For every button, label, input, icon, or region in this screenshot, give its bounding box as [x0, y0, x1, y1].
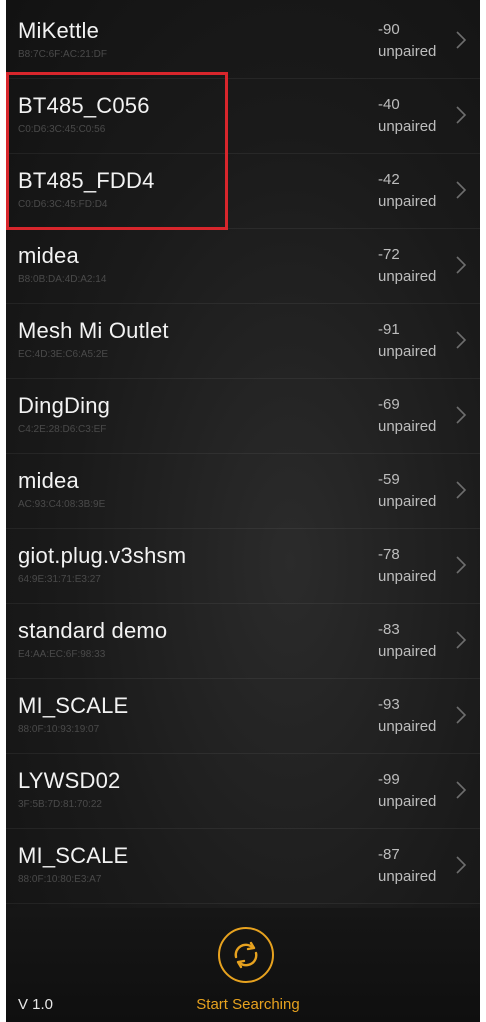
device-rssi: -59: [378, 471, 400, 488]
device-mac: E4:AA:EC:6F:98:33: [18, 649, 106, 660]
device-name: giot.plug.v3shsm: [18, 543, 187, 568]
device-row[interactable]: MI_SCALE 88:0F:10:93:19:07 -93 unpaired: [6, 679, 480, 754]
device-status: unpaired: [378, 718, 437, 735]
device-status: unpaired: [378, 868, 437, 885]
device-rssi: -78: [378, 546, 400, 563]
device-status: unpaired: [378, 418, 437, 435]
device-mac: C0:D6:3C:45:FD:D4: [18, 199, 108, 210]
chevron-right-icon: [456, 781, 467, 799]
device-status: unpaired: [378, 793, 437, 810]
device-rssi: -69: [378, 396, 400, 413]
device-row[interactable]: standard demo E4:AA:EC:6F:98:33 -83 unpa…: [6, 604, 480, 679]
device-mac: 88:0F:10:80:E3:A7: [18, 874, 102, 885]
chevron-right-icon: [456, 106, 467, 124]
device-rssi: -83: [378, 621, 400, 638]
device-status: unpaired: [378, 568, 437, 585]
device-rssi: -72: [378, 246, 400, 263]
device-mac: 64:9E:31:71:E3:27: [18, 574, 101, 585]
start-searching-button[interactable]: Start Searching: [186, 996, 310, 1013]
device-status: unpaired: [378, 493, 437, 510]
bottom-bar: V 1.0 Start Searching: [6, 908, 480, 1022]
device-mac: B8:0B:DA:4D:A2:14: [18, 274, 107, 285]
device-mac: C0:D6:3C:45:C0:56: [18, 124, 106, 135]
chevron-right-icon: [456, 331, 467, 349]
device-mac: 88:0F:10:93:19:07: [18, 724, 100, 735]
device-status: unpaired: [378, 193, 437, 210]
device-row[interactable]: MiKettle B8:7C:6F:AC:21:DF -90 unpaired: [6, 4, 480, 79]
chevron-right-icon: [456, 406, 467, 424]
device-name: BT485_FDD4: [18, 168, 155, 193]
device-rssi: -99: [378, 771, 400, 788]
device-name: MiKettle: [18, 18, 100, 43]
chevron-right-icon: [456, 856, 467, 874]
refresh-icon[interactable]: [217, 926, 275, 984]
device-name: DingDing: [18, 393, 111, 418]
device-row[interactable]: MI_SCALE 88:0F:10:80:E3:A7 -87 unpaired: [6, 829, 480, 904]
chevron-right-icon: [456, 631, 467, 649]
device-name: MI_SCALE: [18, 843, 129, 868]
chevron-right-icon: [456, 706, 467, 724]
device-rssi: -90: [378, 21, 400, 38]
device-mac: EC:4D:3E:C6:A5:2E: [18, 349, 109, 360]
device-rssi: -42: [378, 171, 400, 188]
chevron-right-icon: [456, 181, 467, 199]
chevron-right-icon: [456, 256, 467, 274]
device-status: unpaired: [378, 118, 437, 135]
device-row[interactable]: midea B8:0B:DA:4D:A2:14 -72 unpaired: [6, 229, 480, 304]
device-row[interactable]: BT485_C056 C0:D6:3C:45:C0:56 -40 unpaire…: [6, 79, 480, 154]
version-label: V 1.0: [18, 996, 54, 1013]
device-name: BT485_C056: [18, 93, 150, 118]
device-name: Mesh Mi Outlet: [18, 318, 169, 343]
device-rssi: -87: [378, 846, 400, 863]
device-status: unpaired: [378, 343, 437, 360]
device-row[interactable]: DingDing C4:2E:28:D6:C3:EF -69 unpaired: [6, 379, 480, 454]
device-scan-screen: MiKettle B8:7C:6F:AC:21:DF -90 unpaired …: [6, 0, 480, 1022]
chevron-right-icon: [456, 556, 467, 574]
device-row[interactable]: BT485_FDD4 C0:D6:3C:45:FD:D4 -42 unpaire…: [6, 154, 480, 229]
device-row[interactable]: midea AC:93:C4:08:3B:9E -59 unpaired: [6, 454, 480, 529]
device-mac: AC:93:C4:08:3B:9E: [18, 499, 106, 510]
device-row[interactable]: giot.plug.v3shsm 64:9E:31:71:E3:27 -78 u…: [6, 529, 480, 604]
chevron-right-icon: [456, 31, 467, 49]
device-rssi: -93: [378, 696, 400, 713]
device-name: midea: [18, 243, 79, 268]
chevron-right-icon: [456, 481, 467, 499]
device-list: MiKettle B8:7C:6F:AC:21:DF -90 unpaired …: [6, 4, 480, 904]
device-rssi: -91: [378, 321, 400, 338]
device-status: unpaired: [378, 268, 437, 285]
device-name: midea: [18, 468, 79, 493]
device-status: unpaired: [378, 43, 437, 60]
device-name: standard demo: [18, 618, 168, 643]
device-name: LYWSD02: [18, 768, 121, 793]
device-name: MI_SCALE: [18, 693, 129, 718]
device-mac: 3F:5B:7D:81:70:22: [18, 799, 102, 810]
device-mac: B8:7C:6F:AC:21:DF: [18, 49, 107, 60]
device-status: unpaired: [378, 643, 437, 660]
device-row[interactable]: LYWSD02 3F:5B:7D:81:70:22 -99 unpaired: [6, 754, 480, 829]
device-rssi: -40: [378, 96, 400, 113]
device-row[interactable]: Mesh Mi Outlet EC:4D:3E:C6:A5:2E -91 unp…: [6, 304, 480, 379]
device-mac: C4:2E:28:D6:C3:EF: [18, 424, 107, 435]
